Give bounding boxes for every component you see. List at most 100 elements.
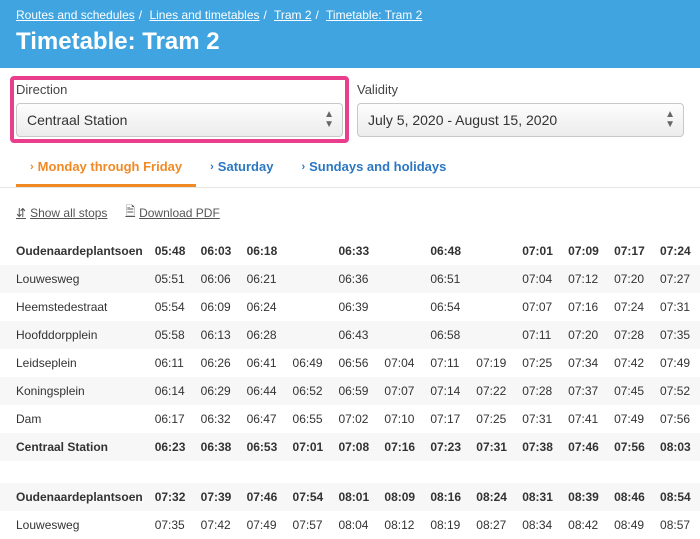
time-cell: 07:28 xyxy=(516,377,562,405)
breadcrumb-link[interactable]: Timetable: Tram 2 xyxy=(326,8,422,22)
time-cell: 07:16 xyxy=(378,433,424,461)
stop-name-cell: Oudenaardeplantsoen xyxy=(0,237,149,265)
time-cell: 07:41 xyxy=(562,405,608,433)
direction-selector-group: Direction Centraal Station ▲▼ xyxy=(16,82,343,137)
time-cell: 06:49 xyxy=(287,349,333,377)
time-cell: 07:12 xyxy=(562,265,608,293)
time-cell: 06:21 xyxy=(241,265,287,293)
table-row: Dam06:1706:3206:4706:5507:0207:1007:1707… xyxy=(0,405,700,433)
time-cell: 05:51 xyxy=(149,265,195,293)
time-cell: 07:07 xyxy=(378,377,424,405)
time-cell: 06:47 xyxy=(241,405,287,433)
time-cell: 07:27 xyxy=(654,265,700,293)
time-cell: 07:19 xyxy=(470,349,516,377)
table-row: Louwesweg05:5106:0606:2106:3606:5107:040… xyxy=(0,265,700,293)
time-cell: 06:59 xyxy=(332,377,378,405)
table-row: Oudenaardeplantsoen07:3207:3907:4607:540… xyxy=(0,483,700,511)
chevron-right-icon: › xyxy=(30,161,34,173)
stop-name-cell: Louwesweg xyxy=(0,511,149,539)
time-cell xyxy=(378,293,424,321)
breadcrumb-link[interactable]: Tram 2 xyxy=(274,8,312,22)
time-cell: 07:24 xyxy=(608,293,654,321)
breadcrumb-link[interactable]: Lines and timetables xyxy=(149,8,259,22)
breadcrumb-link[interactable]: Routes and schedules xyxy=(16,8,135,22)
time-cell: 08:16 xyxy=(424,483,470,511)
time-cell: 07:49 xyxy=(608,405,654,433)
dropdown-caret-icon: ▲▼ xyxy=(324,110,334,130)
time-cell: 07:20 xyxy=(562,321,608,349)
time-cell: 06:33 xyxy=(332,237,378,265)
time-cell: 07:01 xyxy=(287,433,333,461)
time-cell: 06:28 xyxy=(241,321,287,349)
time-cell: 07:57 xyxy=(287,511,333,539)
table-row: Hoofddorpplein05:5806:1306:2806:4306:580… xyxy=(0,321,700,349)
selectors-row: Direction Centraal Station ▲▼ Validity J… xyxy=(0,68,700,147)
time-cell: 07:25 xyxy=(470,405,516,433)
time-cell: 08:57 xyxy=(654,511,700,539)
tab-saturday[interactable]: › Saturday xyxy=(196,147,287,187)
time-cell: 06:52 xyxy=(287,377,333,405)
expand-icon: ⇵ xyxy=(16,206,26,220)
time-cell: 07:56 xyxy=(608,433,654,461)
time-cell: 07:08 xyxy=(332,433,378,461)
time-cell xyxy=(287,293,333,321)
time-cell: 07:35 xyxy=(654,321,700,349)
time-cell: 08:09 xyxy=(378,483,424,511)
time-cell: 06:36 xyxy=(332,265,378,293)
tab-label: Saturday xyxy=(218,159,274,174)
time-cell: 06:06 xyxy=(195,265,241,293)
tab-sundays-holidays[interactable]: › Sundays and holidays xyxy=(287,147,460,187)
tab-label: Sundays and holidays xyxy=(309,159,446,174)
time-cell: 07:31 xyxy=(470,433,516,461)
timetable: Oudenaardeplantsoen05:4806:0306:1806:330… xyxy=(0,237,700,539)
breadcrumb: Routes and schedules/ Lines and timetabl… xyxy=(16,8,684,22)
time-cell: 08:12 xyxy=(378,511,424,539)
stop-name-cell: Louwesweg xyxy=(0,265,149,293)
time-cell: 07:37 xyxy=(562,377,608,405)
time-cell: 06:56 xyxy=(332,349,378,377)
download-pdf-link[interactable]: 🗎 Download PDF xyxy=(125,202,219,223)
time-cell: 06:41 xyxy=(241,349,287,377)
time-cell: 07:31 xyxy=(516,405,562,433)
time-cell: 07:56 xyxy=(654,405,700,433)
time-cell: 07:04 xyxy=(516,265,562,293)
table-row: Leidseplein06:1106:2606:4106:4906:5607:0… xyxy=(0,349,700,377)
validity-select[interactable]: July 5, 2020 - August 15, 2020 ▲▼ xyxy=(357,103,684,137)
show-all-stops-link[interactable]: ⇵ Show all stops xyxy=(16,202,107,223)
time-cell: 08:19 xyxy=(424,511,470,539)
stop-name-cell: Heemstedestraat xyxy=(0,293,149,321)
time-cell: 06:29 xyxy=(195,377,241,405)
time-cell xyxy=(378,237,424,265)
time-cell xyxy=(470,293,516,321)
time-cell: 07:49 xyxy=(654,349,700,377)
time-cell: 07:49 xyxy=(241,511,287,539)
page-title: Timetable: Tram 2 xyxy=(16,28,684,56)
time-cell xyxy=(378,265,424,293)
tab-monday-friday[interactable]: › Monday through Friday xyxy=(16,147,196,187)
validity-select-value: July 5, 2020 - August 15, 2020 xyxy=(368,112,557,128)
time-cell: 06:03 xyxy=(195,237,241,265)
time-cell: 07:10 xyxy=(378,405,424,433)
stop-name-cell: Dam xyxy=(0,405,149,433)
time-cell: 07:16 xyxy=(562,293,608,321)
validity-label: Validity xyxy=(357,82,684,97)
time-cell: 07:07 xyxy=(516,293,562,321)
time-cell: 07:24 xyxy=(654,237,700,265)
table-row: Koningsplein06:1406:2906:4406:5206:5907:… xyxy=(0,377,700,405)
time-cell: 06:53 xyxy=(241,433,287,461)
validity-selector-group: Validity July 5, 2020 - August 15, 2020 … xyxy=(357,82,684,137)
time-cell: 06:54 xyxy=(424,293,470,321)
time-cell: 08:03 xyxy=(654,433,700,461)
direction-select[interactable]: Centraal Station ▲▼ xyxy=(16,103,343,137)
table-row: Centraal Station06:2306:3806:5307:0107:0… xyxy=(0,433,700,461)
time-cell: 08:01 xyxy=(332,483,378,511)
time-cell: 07:52 xyxy=(654,377,700,405)
time-cell xyxy=(287,321,333,349)
time-cell: 05:54 xyxy=(149,293,195,321)
block-gap xyxy=(0,461,700,483)
time-cell: 06:48 xyxy=(424,237,470,265)
time-cell: 06:38 xyxy=(195,433,241,461)
stop-name-cell: Hoofddorpplein xyxy=(0,321,149,349)
time-cell xyxy=(470,237,516,265)
time-cell xyxy=(378,321,424,349)
